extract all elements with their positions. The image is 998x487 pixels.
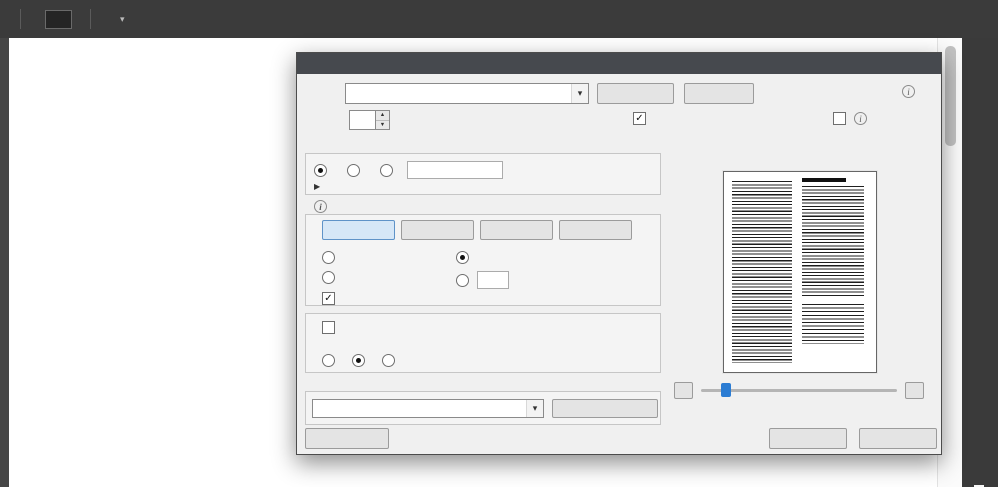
copies-stepper[interactable] bbox=[349, 110, 390, 130]
orientation-radio-row bbox=[322, 354, 399, 367]
preview-prev-button[interactable] bbox=[674, 382, 693, 399]
paper-source-checkbox[interactable] bbox=[322, 292, 339, 305]
scrollbar-thumb[interactable] bbox=[945, 46, 956, 146]
toolbar-separator bbox=[90, 9, 91, 29]
comments-forms-select[interactable] bbox=[312, 399, 544, 418]
copies-value[interactable] bbox=[349, 110, 376, 130]
checkbox-icon bbox=[833, 112, 846, 125]
radio-pages[interactable] bbox=[380, 163, 397, 177]
preview-slider-thumb[interactable] bbox=[721, 383, 731, 397]
orientation-group bbox=[305, 313, 661, 373]
size-button[interactable] bbox=[322, 220, 395, 240]
page-navigation bbox=[45, 9, 78, 29]
radio-icon bbox=[456, 251, 469, 264]
top-toolbar bbox=[0, 0, 998, 38]
info-icon[interactable] bbox=[902, 85, 915, 98]
radio-icon bbox=[380, 163, 393, 177]
chevron-down-icon bbox=[120, 13, 125, 25]
chevron-down-icon bbox=[571, 84, 588, 103]
radio-custom-scale[interactable] bbox=[456, 271, 513, 289]
duplex-checkbox[interactable] bbox=[322, 321, 339, 334]
page-sizing-group bbox=[305, 214, 661, 306]
checkbox-icon bbox=[322, 292, 335, 305]
multiple-button[interactable] bbox=[480, 220, 553, 240]
radio-icon bbox=[347, 163, 360, 177]
pages-to-print-group bbox=[305, 153, 661, 195]
radio-icon bbox=[314, 163, 327, 177]
dialog-body bbox=[297, 74, 941, 454]
save-ink-checkbox[interactable] bbox=[833, 112, 867, 125]
properties-button[interactable] bbox=[597, 83, 674, 104]
left-panel-strip bbox=[0, 38, 9, 487]
cancel-button[interactable] bbox=[859, 428, 937, 449]
more-options-toggle[interactable] bbox=[314, 180, 329, 192]
radio-auto[interactable] bbox=[322, 354, 339, 367]
page-number-input[interactable] bbox=[45, 9, 72, 29]
expand-triangle-icon bbox=[314, 180, 324, 192]
print-preview-page bbox=[723, 171, 877, 373]
info-icon[interactable] bbox=[314, 200, 327, 213]
radio-portrait[interactable] bbox=[352, 354, 369, 367]
chevron-down-icon bbox=[526, 400, 543, 417]
preview-text-column bbox=[802, 304, 864, 344]
summarize-comments-button[interactable] bbox=[552, 399, 658, 418]
radio-icon bbox=[456, 273, 469, 287]
toolbar-separator bbox=[20, 9, 21, 29]
print-button[interactable] bbox=[769, 428, 847, 449]
radio-icon bbox=[322, 354, 335, 367]
checkbox-icon bbox=[322, 321, 335, 334]
page-setup-button[interactable] bbox=[305, 428, 389, 449]
preview-text-column bbox=[732, 181, 792, 363]
help-row bbox=[897, 85, 915, 98]
advanced-button[interactable] bbox=[684, 83, 754, 104]
page-sizing-title bbox=[309, 200, 327, 213]
preview-next-button[interactable] bbox=[905, 382, 924, 399]
info-icon[interactable] bbox=[854, 112, 867, 125]
zoom-level-dropdown[interactable] bbox=[115, 13, 125, 25]
print-dialog bbox=[296, 52, 942, 455]
booklet-button[interactable] bbox=[559, 220, 632, 240]
comments-forms-group bbox=[305, 391, 661, 425]
pages-radio-row bbox=[314, 161, 503, 179]
radio-icon bbox=[322, 251, 335, 264]
tools-rail bbox=[962, 38, 998, 487]
custom-scale-input[interactable] bbox=[477, 271, 509, 289]
dialog-titlebar bbox=[297, 53, 941, 74]
preview-text-column bbox=[802, 186, 864, 298]
grayscale-checkbox[interactable] bbox=[633, 112, 650, 125]
radio-icon bbox=[352, 354, 365, 367]
radio-all[interactable] bbox=[314, 163, 331, 177]
radio-fit[interactable] bbox=[322, 251, 339, 264]
radio-landscape[interactable] bbox=[382, 354, 399, 367]
stepper-buttons bbox=[376, 110, 390, 130]
radio-icon bbox=[382, 354, 395, 367]
radio-icon bbox=[322, 271, 335, 284]
radio-shrink[interactable] bbox=[322, 271, 339, 284]
checkbox-icon bbox=[633, 112, 646, 125]
radio-actual-size[interactable] bbox=[456, 251, 473, 264]
printer-select[interactable] bbox=[345, 83, 589, 104]
page-range-input[interactable] bbox=[407, 161, 503, 179]
stepper-down-icon[interactable] bbox=[376, 119, 389, 129]
stepper-up-icon[interactable] bbox=[376, 111, 389, 120]
poster-button[interactable] bbox=[401, 220, 474, 240]
radio-current[interactable] bbox=[347, 163, 364, 177]
acrobat-window bbox=[0, 0, 998, 487]
preview-heading-line bbox=[802, 178, 846, 182]
